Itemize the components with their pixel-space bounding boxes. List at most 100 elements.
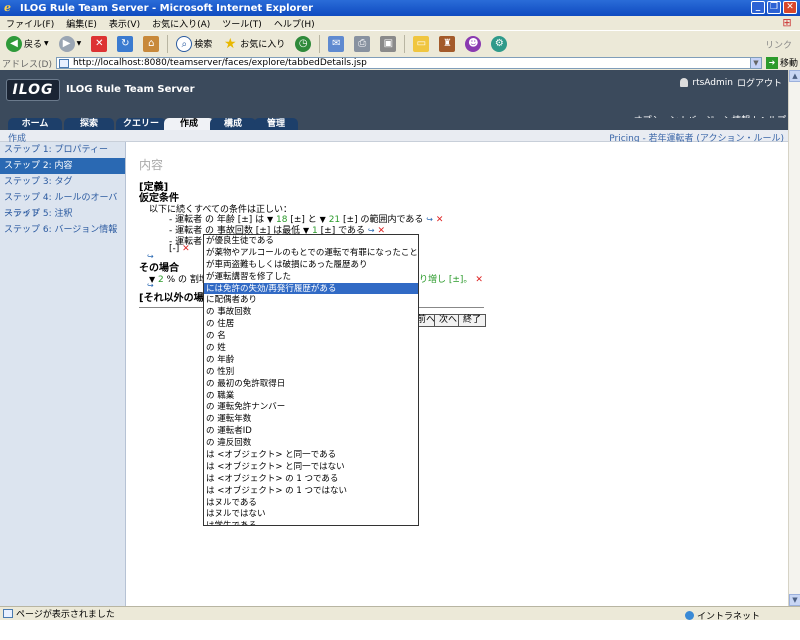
- dropdown-option[interactable]: の 年齢: [204, 354, 418, 366]
- tab-query[interactable]: クエリー: [116, 118, 166, 130]
- back-button[interactable]: ◀ 戻る ▼: [4, 34, 51, 54]
- forward-button[interactable]: ▶ ▼: [57, 34, 84, 54]
- refresh-button[interactable]: ↻: [115, 34, 135, 54]
- dropdown-option[interactable]: の 最初の免許取得日: [204, 378, 418, 390]
- chevron-down-icon: ▼: [76, 40, 82, 47]
- dropdown-option[interactable]: は <オブジェクト> の 1 つではない: [204, 485, 418, 497]
- menu-help[interactable]: ヘルプ(H): [274, 17, 315, 30]
- dropdown-option[interactable]: が運転講習を修了した: [204, 271, 418, 283]
- address-dropdown-icon[interactable]: ▼: [750, 57, 762, 69]
- globe-icon: [684, 611, 694, 620]
- favorites-label: お気に入り: [240, 40, 286, 50]
- edit-button[interactable]: ▣: [378, 34, 398, 54]
- print-icon: ⎙: [354, 35, 371, 52]
- windows-logo-icon: ⊞: [782, 16, 792, 29]
- toolbar-divider: [167, 34, 169, 53]
- messenger-button[interactable]: ☻: [463, 34, 483, 54]
- action-text[interactable]: り増し [±]。: [419, 275, 472, 285]
- sidebar-item-content[interactable]: ステップ 2: 内容: [0, 158, 125, 174]
- menu-edit[interactable]: 編集(E): [66, 17, 97, 30]
- completion-dropdown: が優良生徒であるが薬物やアルコールのもとでの運転で有罪になったことがあるが車両盗…: [203, 234, 419, 526]
- dropdown-option[interactable]: は <オブジェクト> の 1 つである: [204, 473, 418, 485]
- app-header: ILOG ILOG Rule Team Server rtsAdmin ログアウ…: [0, 70, 788, 126]
- menu-tools[interactable]: ツール(T): [222, 17, 262, 30]
- folder-button[interactable]: ▭: [411, 34, 431, 54]
- dropdown-option[interactable]: の 姓: [204, 342, 418, 354]
- research-button[interactable]: ♜: [437, 34, 457, 54]
- tab-configure[interactable]: 構成: [210, 118, 256, 130]
- edit-icon: ▣: [380, 35, 397, 52]
- dropdown-option[interactable]: の 名: [204, 330, 418, 342]
- logout-link[interactable]: ログアウト: [737, 76, 782, 89]
- page-icon: [58, 59, 69, 68]
- dropdown-option[interactable]: には免許の失効/再発行履歴がある: [204, 282, 418, 295]
- toolbar-divider: [404, 34, 406, 53]
- print-button[interactable]: ⎙: [352, 34, 372, 54]
- action-text[interactable]: % の 割増: [167, 275, 208, 285]
- dropdown-option[interactable]: の 運転年数: [204, 413, 418, 425]
- dropdown-option[interactable]: はヌルである: [204, 497, 418, 509]
- dropdown-option[interactable]: は <オブジェクト> と同一である: [204, 449, 418, 461]
- sidebar-item-annotation[interactable]: ステップ 5: 注釈: [0, 206, 125, 222]
- value-field[interactable]: 2: [158, 275, 164, 285]
- vertical-scrollbar[interactable]: ▲ ▼: [788, 70, 800, 606]
- finish-button[interactable]: 終了: [458, 314, 487, 327]
- page-icon: [3, 609, 13, 618]
- browser-toolbar: ◀ 戻る ▼ ▶ ▼ ✕ ↻ ⌂ ⌕ 検索 ★ お気に入り ◷ ✉ ⎙ ▣ ▭ …: [0, 30, 800, 56]
- dropdown-option[interactable]: の 事故回数: [204, 306, 418, 318]
- tab-home[interactable]: ホーム: [8, 118, 62, 130]
- dropdown-option[interactable]: の 住居: [204, 318, 418, 330]
- scroll-up-icon[interactable]: ▲: [789, 70, 800, 82]
- stop-icon: ✕: [91, 35, 108, 52]
- stop-button[interactable]: ✕: [89, 34, 109, 54]
- collapse-bracket[interactable]: [-]: [169, 244, 179, 254]
- mail-button[interactable]: ✉: [326, 34, 346, 54]
- dropdown-option[interactable]: が薬物やアルコールのもとでの運転で有罪になったことがある: [204, 247, 418, 259]
- dropdown-option[interactable]: が車両盗難もしくは破損にあった履歴あり: [204, 259, 418, 271]
- search-button[interactable]: ⌕ 検索: [174, 34, 214, 54]
- action-row-end: り増し [±]。 ✕: [419, 272, 483, 285]
- minimize-button[interactable]: _: [751, 1, 765, 14]
- links-label[interactable]: リンク: [765, 38, 792, 51]
- address-url: http://localhost:8080/teamserver/faces/e…: [72, 58, 367, 68]
- tab-explore[interactable]: 探索: [64, 118, 114, 130]
- dropdown-option[interactable]: に配偶者あり: [204, 294, 418, 306]
- tools-icon: ⚙: [491, 35, 508, 52]
- forward-arrow-icon: ▶: [58, 35, 75, 52]
- sidebar-item-properties[interactable]: ステップ 1: プロパティー: [0, 142, 125, 158]
- delete-icon[interactable]: ✕: [182, 244, 190, 254]
- insert-arrow-icon[interactable]: ↪: [426, 215, 433, 224]
- go-button[interactable]: ➜ 移動: [765, 56, 798, 69]
- dropdown-option[interactable]: の 違反回数: [204, 437, 418, 449]
- sidebar-item-version[interactable]: ステップ 6: バージョン情報: [0, 222, 125, 238]
- address-input[interactable]: http://localhost:8080/teamserver/faces/e…: [55, 57, 758, 69]
- wizard-steps-sidebar: ステップ 1: プロパティー ステップ 2: 内容 ステップ 3: タグ ステッ…: [0, 142, 126, 606]
- dropdown-option[interactable]: が優良生徒である: [204, 235, 418, 247]
- menu-favorites[interactable]: お気に入り(A): [152, 17, 210, 30]
- tab-admin[interactable]: 管理: [254, 118, 298, 130]
- back-arrow-icon: ◀: [6, 35, 22, 52]
- tools-button[interactable]: ⚙: [489, 34, 509, 54]
- favorites-button[interactable]: ★ お気に入り: [220, 34, 287, 54]
- breadcrumb-bar: 作成 Pricing - 若年運転者 (アクション・ルール): [0, 130, 788, 144]
- dropdown-option[interactable]: の 性別: [204, 366, 418, 378]
- home-button[interactable]: ⌂: [141, 34, 161, 54]
- menu-file[interactable]: ファイル(F): [6, 17, 54, 30]
- menu-view[interactable]: 表示(V): [109, 17, 140, 30]
- delete-icon[interactable]: ✕: [475, 275, 483, 285]
- toolbar-divider: [319, 34, 321, 53]
- sidebar-item-override[interactable]: ステップ 4: ルールのオーバーライド: [0, 190, 125, 219]
- dropdown-option[interactable]: の 運転者ID: [204, 425, 418, 437]
- dropdown-option[interactable]: は <オブジェクト> と同一ではない: [204, 461, 418, 473]
- restore-button[interactable]: ❐: [767, 1, 781, 14]
- delete-icon[interactable]: ✕: [436, 215, 444, 225]
- history-button[interactable]: ◷: [293, 34, 313, 54]
- dropdown-option[interactable]: の 運転免許ナンバー: [204, 401, 418, 413]
- dropdown-option[interactable]: の 職業: [204, 390, 418, 402]
- dropdown-option[interactable]: は学生である: [204, 520, 418, 525]
- sidebar-item-tags[interactable]: ステップ 3: タグ: [0, 174, 125, 190]
- scroll-down-icon[interactable]: ▼: [789, 594, 800, 606]
- tab-compose[interactable]: 作成: [164, 118, 214, 130]
- close-button[interactable]: ✕: [783, 1, 797, 14]
- dropdown-option[interactable]: はヌルではない: [204, 508, 418, 520]
